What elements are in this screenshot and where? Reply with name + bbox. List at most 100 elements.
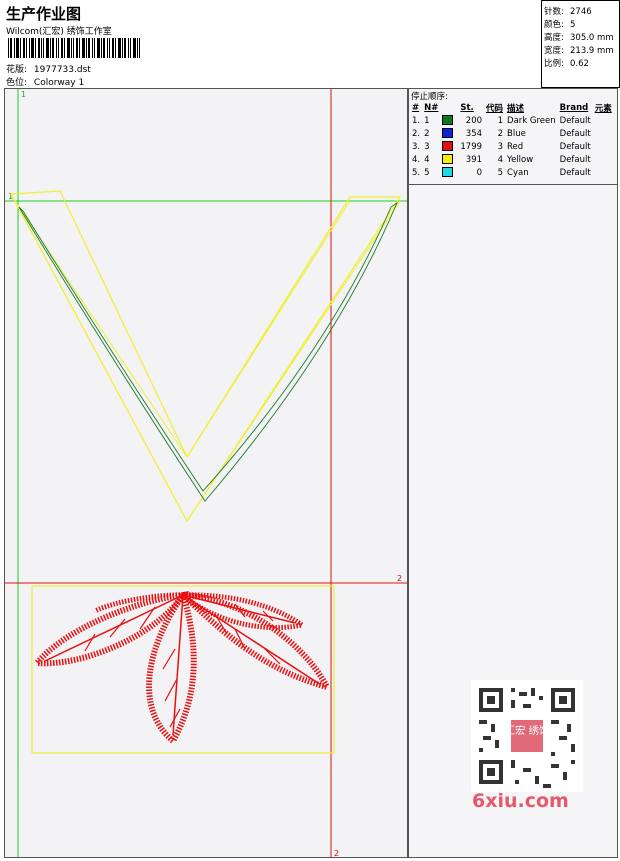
collar-green-stitch xyxy=(18,201,399,502)
row-needle: 5 xyxy=(424,167,430,178)
row-stitches: 0 xyxy=(476,167,483,178)
row-brand: Default xyxy=(559,141,591,152)
colorway-line: 色位: Colorway 1 xyxy=(6,75,84,88)
row-brand: Default xyxy=(559,115,591,126)
row-code: 4 xyxy=(497,154,504,165)
row-description: Red xyxy=(507,141,524,152)
design-drawing: 1 1 2 2 xyxy=(5,89,407,858)
leaf-motif xyxy=(31,588,333,746)
row-swatch-cell xyxy=(440,153,458,166)
table-row[interactable]: 4. 4 391 4 Yellow Default xyxy=(410,153,614,166)
stat-width: 宽度: 213.9 mm xyxy=(544,44,614,56)
col-stitches: St. xyxy=(460,102,474,113)
leaf-veins xyxy=(84,603,281,728)
marker-2-right: 2 xyxy=(397,574,402,583)
row-description: Cyan xyxy=(507,167,529,178)
row-swatch-cell xyxy=(440,114,458,127)
stat-scale: 比例: 0.62 xyxy=(544,57,589,69)
table-header: # N# St. 代码 描述 Brand 元素 xyxy=(410,101,614,114)
row-swatch-cell xyxy=(440,166,458,179)
row-index: 1. xyxy=(412,115,421,126)
col-index: # xyxy=(412,102,420,113)
barcode xyxy=(8,38,140,58)
stat-value: 0.62 xyxy=(570,59,589,69)
row-description: Blue xyxy=(507,128,526,139)
col-needle: N# xyxy=(424,102,439,113)
marker-2-bottom: 2 xyxy=(334,849,339,858)
col-description: 描述 xyxy=(507,103,525,114)
color-swatch xyxy=(442,141,454,152)
table-row[interactable]: 1. 1 200 1 Dark Green Default xyxy=(410,114,614,127)
stat-label: 高度: xyxy=(544,33,564,43)
stat-value: 305.0 mm xyxy=(570,33,614,43)
watermark-text: 6xiu.com xyxy=(472,790,569,812)
row-needle: 1 xyxy=(424,115,430,126)
row-code: 2 xyxy=(497,128,504,139)
color-swatch xyxy=(442,167,454,178)
stop-sequence-table: # N# St. 代码 描述 Brand 元素 1. 1 200 1 Dark … xyxy=(410,101,614,179)
stat-label: 颜色: xyxy=(544,20,564,30)
design-file: 1977733.dst xyxy=(33,65,91,75)
row-index: 5. xyxy=(412,167,421,178)
row-stitches: 391 xyxy=(465,154,483,165)
row-code: 1 xyxy=(497,115,504,126)
row-element xyxy=(593,166,614,179)
color-swatch xyxy=(442,115,454,126)
table-row[interactable]: 5. 5 0 5 Cyan Default xyxy=(410,166,614,179)
stat-colors: 颜色: 5 xyxy=(544,18,575,30)
row-brand: Default xyxy=(559,154,591,165)
row-code: 3 xyxy=(497,141,504,152)
stat-height: 高度: 305.0 mm xyxy=(544,31,614,43)
colorway-label: 色位: xyxy=(6,78,28,88)
stat-label: 比例: xyxy=(544,59,564,69)
row-stitches: 1799 xyxy=(460,141,483,152)
row-needle: 3 xyxy=(424,141,430,152)
leaf-upper-left xyxy=(93,592,184,614)
stat-value: 2746 xyxy=(570,7,592,17)
colorway-name: Colorway 1 xyxy=(33,78,85,88)
stat-label: 宽度: xyxy=(544,46,564,56)
collar-outer-edge xyxy=(14,200,401,522)
color-swatch xyxy=(442,154,454,165)
row-code: 5 xyxy=(497,167,504,178)
row-element xyxy=(593,140,614,153)
stat-value: 5 xyxy=(570,20,576,30)
sheet-title: 生产作业图 xyxy=(6,5,82,23)
row-index: 4. xyxy=(412,154,421,165)
row-swatch-cell xyxy=(440,140,458,153)
row-element xyxy=(593,127,614,140)
stat-label: 针数: xyxy=(544,7,564,17)
row-element xyxy=(593,153,614,166)
row-swatch-cell xyxy=(440,127,458,140)
motif-bounding-box xyxy=(31,585,335,754)
col-brand: Brand xyxy=(559,102,589,113)
collar-outline-outer xyxy=(10,190,402,523)
color-swatch xyxy=(442,128,454,139)
row-needle: 2 xyxy=(424,128,430,139)
collar-inner-edge xyxy=(14,200,351,458)
row-description: Dark Green xyxy=(507,115,556,126)
qr-center-logo: 汇宏 绣饰 xyxy=(505,724,550,737)
stat-value: 213.9 mm xyxy=(570,46,614,56)
stat-stitches: 针数: 2746 xyxy=(544,5,592,17)
row-index: 2. xyxy=(412,128,421,139)
table-row[interactable]: 2. 2 354 2 Blue Default xyxy=(410,127,614,140)
row-stitches: 354 xyxy=(465,128,483,139)
qr-code[interactable]: 汇宏 绣饰 xyxy=(471,680,583,792)
col-swatch xyxy=(440,101,458,114)
leaf-bottom xyxy=(146,588,197,746)
row-brand: Default xyxy=(559,128,591,139)
row-index: 3. xyxy=(412,141,421,152)
row-element xyxy=(593,114,614,127)
row-brand: Default xyxy=(559,167,591,178)
row-needle: 4 xyxy=(424,154,430,165)
table-row[interactable]: 3. 3 1799 3 Red Default xyxy=(410,140,614,153)
table-divider xyxy=(409,184,617,185)
marker-1-top: 1 xyxy=(21,90,26,99)
design-canvas[interactable]: 1 1 2 2 xyxy=(4,88,408,858)
col-code: 代码 xyxy=(486,103,504,114)
col-element: 元素 xyxy=(594,103,612,114)
row-description: Yellow xyxy=(507,154,534,165)
design-label: 花版: xyxy=(6,65,28,75)
row-stitches: 200 xyxy=(465,115,483,126)
